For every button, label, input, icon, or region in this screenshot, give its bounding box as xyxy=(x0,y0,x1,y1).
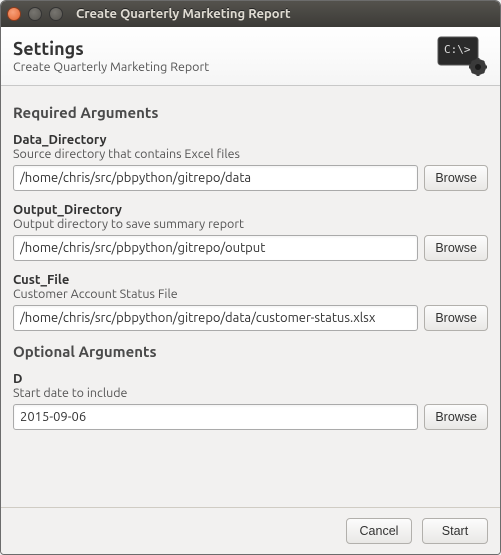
arg-data-directory: Data_Directory Source directory that con… xyxy=(13,133,488,191)
cust-file-input[interactable] xyxy=(13,305,418,331)
terminal-gear-icon: C:\> xyxy=(436,35,488,77)
output-directory-input[interactable] xyxy=(13,235,418,261)
maximize-icon[interactable] xyxy=(49,7,63,21)
arg-label: Cust_File xyxy=(13,273,488,287)
window-title: Create Quarterly Marketing Report xyxy=(76,7,291,21)
arg-description: Start date to include xyxy=(13,386,488,400)
close-icon[interactable] xyxy=(7,7,21,21)
browse-button[interactable]: Browse xyxy=(424,404,488,430)
arg-label: Data_Directory xyxy=(13,133,488,147)
page-subtitle: Create Quarterly Marketing Report xyxy=(13,60,209,74)
required-section-title: Required Arguments xyxy=(13,104,488,121)
browse-button[interactable]: Browse xyxy=(424,305,488,331)
optional-section-title: Optional Arguments xyxy=(13,343,488,360)
arg-output-directory: Output_Directory Output directory to sav… xyxy=(13,203,488,261)
page-title: Settings xyxy=(13,39,209,59)
arg-d: D Start date to include Browse xyxy=(13,372,488,430)
arg-description: Customer Account Status File xyxy=(13,287,488,301)
svg-text:C:\>: C:\> xyxy=(444,43,471,56)
arg-description: Source directory that contains Excel fil… xyxy=(13,147,488,161)
d-input[interactable] xyxy=(13,404,418,430)
browse-button[interactable]: Browse xyxy=(424,235,488,261)
footer: Cancel Start xyxy=(1,507,500,554)
start-button[interactable]: Start xyxy=(422,518,488,544)
cancel-button[interactable]: Cancel xyxy=(346,518,412,544)
data-directory-input[interactable] xyxy=(13,165,418,191)
arg-label: D xyxy=(13,372,488,386)
window-frame: Create Quarterly Marketing Report Settin… xyxy=(0,0,501,555)
content-area: Required Arguments Data_Directory Source… xyxy=(1,86,500,507)
minimize-icon[interactable] xyxy=(28,7,42,21)
arg-cust-file: Cust_File Customer Account Status File B… xyxy=(13,273,488,331)
header: Settings Create Quarterly Marketing Repo… xyxy=(1,27,500,86)
browse-button[interactable]: Browse xyxy=(424,165,488,191)
titlebar[interactable]: Create Quarterly Marketing Report xyxy=(1,1,500,27)
arg-description: Output directory to save summary report xyxy=(13,217,488,231)
arg-label: Output_Directory xyxy=(13,203,488,217)
